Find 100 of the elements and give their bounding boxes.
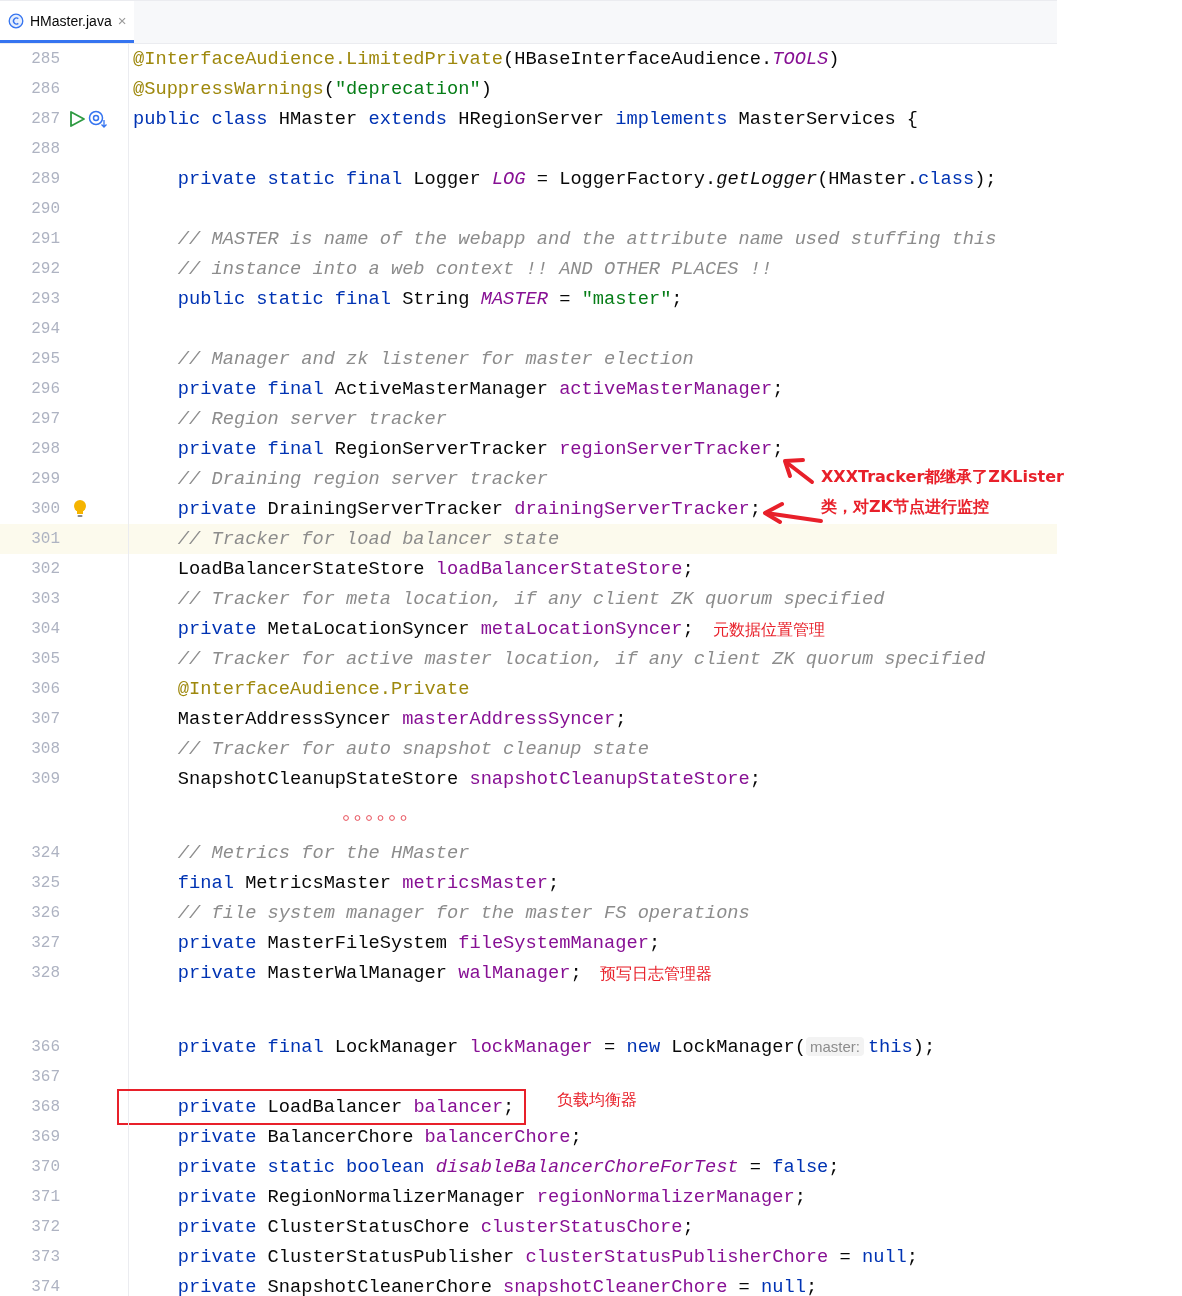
- code-text: ): [828, 48, 840, 70]
- code-text: MetaLocationSyncer: [267, 618, 471, 640]
- code-comment: // Tracker for active master location, if any client ZK quorum specified: [176, 648, 986, 670]
- code-text: ;: [547, 872, 560, 894]
- keyword: private: [176, 1216, 258, 1238]
- field-name: activeMasterManager: [559, 378, 773, 400]
- line-number: 372: [30, 1218, 60, 1236]
- keyword: this: [867, 1036, 913, 1058]
- field-name: loadBalancerStateStore: [435, 558, 683, 580]
- line-number: 287: [30, 110, 60, 128]
- static-field: LOG: [491, 168, 526, 190]
- field-name: snapshotCleanupStateStore: [469, 768, 750, 790]
- annotation-note: 元数据位置管理: [713, 620, 825, 640]
- line-number: 286: [30, 80, 60, 98]
- code-text: LoadBalancer: [267, 1096, 404, 1118]
- line-number: 294: [30, 320, 60, 338]
- keyword: private static boolean: [176, 1156, 426, 1178]
- annotation: @SuppressWarnings: [133, 78, 324, 100]
- keyword: public static final: [176, 288, 392, 310]
- field-name: regionNormalizerManager: [536, 1186, 795, 1208]
- code-comment: // Draining region server tracker: [176, 468, 548, 490]
- arrow-drawing: [783, 458, 814, 484]
- line-number: 299: [30, 470, 60, 488]
- keyword: private: [176, 962, 258, 984]
- line-number: 290: [30, 200, 60, 218]
- code-text: ;: [772, 378, 784, 400]
- line-number: 301: [30, 530, 60, 548]
- code-text: ;: [772, 438, 784, 460]
- line-number: 374: [30, 1278, 60, 1296]
- run-icon[interactable]: [68, 110, 86, 128]
- code-text: MetricsMaster: [245, 872, 392, 894]
- line-number: 298: [30, 440, 60, 458]
- lightbulb-icon[interactable]: [72, 499, 88, 519]
- code-text: (HBaseInterfaceAudience.: [503, 48, 773, 70]
- line-number: 305: [30, 650, 60, 668]
- line-number: 285: [30, 50, 60, 68]
- keyword: private final: [176, 1036, 325, 1058]
- line-number: 327: [30, 934, 60, 952]
- code-text: =: [737, 1276, 751, 1296]
- line-number: 308: [30, 740, 60, 758]
- line-number: 367: [30, 1068, 60, 1086]
- line-number: 324: [30, 844, 60, 862]
- line-number: 306: [30, 680, 60, 698]
- class-icon: [8, 12, 24, 29]
- code-text: );: [912, 1036, 936, 1058]
- line-number: 326: [30, 904, 60, 922]
- arrow-drawing: [763, 502, 823, 524]
- code-text: ): [480, 78, 492, 100]
- code-text: LoadBalancerStateStore: [176, 558, 426, 580]
- line-number: 303: [30, 590, 60, 608]
- code-text: MasterWalManager: [267, 962, 448, 984]
- field-name: snapshotCleanerChore: [503, 1276, 728, 1296]
- keyword: private: [176, 932, 258, 954]
- code-text: );: [974, 168, 997, 190]
- keyword: private: [176, 618, 258, 640]
- implementation-icon[interactable]: [88, 110, 108, 128]
- line-number: 295: [30, 350, 60, 368]
- line-number: 328: [30, 964, 60, 982]
- line-number: 325: [30, 874, 60, 892]
- code-comment: // Tracker for meta location, if any client ZK quorum specified: [176, 588, 885, 610]
- static-field: MASTER: [480, 288, 548, 310]
- code-text: HMaster: [278, 108, 359, 130]
- keyword: implements: [615, 108, 729, 130]
- code-text: ;: [615, 708, 627, 730]
- code-text: MasterFileSystem: [267, 932, 448, 954]
- code-text: ClusterStatusPublisher: [267, 1246, 516, 1268]
- line-number: 304: [30, 620, 60, 638]
- line-number: 302: [30, 560, 60, 578]
- line-number: 300: [30, 500, 60, 518]
- keyword: private final: [176, 378, 325, 400]
- code-text: ClusterStatusChore: [267, 1216, 471, 1238]
- code-comment: // MASTER is name of the webapp and the attribute name used stuffing this: [176, 228, 997, 250]
- field-name: metaLocationSyncer: [480, 618, 683, 640]
- field-name: fileSystemManager: [458, 932, 649, 954]
- code-text: (HMaster.: [817, 168, 919, 190]
- field-name: balancerChore: [424, 1126, 571, 1148]
- line-number: 297: [30, 410, 60, 428]
- line-number: 366: [30, 1038, 60, 1056]
- annotation: @InterfaceAudience.LimitedPrivate: [133, 48, 504, 70]
- line-number: 293: [30, 290, 60, 308]
- code-comment: // Tracker for load balancer state: [176, 528, 560, 550]
- code-text: BalancerChore: [267, 1126, 415, 1148]
- line-number: 289: [30, 170, 60, 188]
- keyword: extends: [368, 108, 449, 130]
- code-text: String: [402, 288, 471, 310]
- code-comment: // instance into a web context !! AND OTHER PLACES !!: [176, 258, 773, 280]
- code-comment: // Metrics for the HMaster: [176, 842, 470, 864]
- field-name: clusterStatusChore: [480, 1216, 683, 1238]
- code-text: LockManager(: [671, 1036, 806, 1058]
- file-tab[interactable]: HMaster.java ×: [0, 1, 135, 43]
- code-text: MasterServices {: [738, 108, 919, 130]
- code-text: Logger: [413, 168, 482, 190]
- line-number: 370: [30, 1158, 60, 1176]
- parameter-hint: master:: [805, 1037, 864, 1056]
- field-name: walManager: [458, 962, 571, 984]
- field-name: masterAddressSyncer: [402, 708, 616, 730]
- code-text: ;: [794, 1186, 806, 1208]
- code-comment: // Manager and zk listener for master election: [176, 348, 694, 370]
- keyword: new: [626, 1036, 662, 1058]
- code-text: HRegionServer: [458, 108, 606, 130]
